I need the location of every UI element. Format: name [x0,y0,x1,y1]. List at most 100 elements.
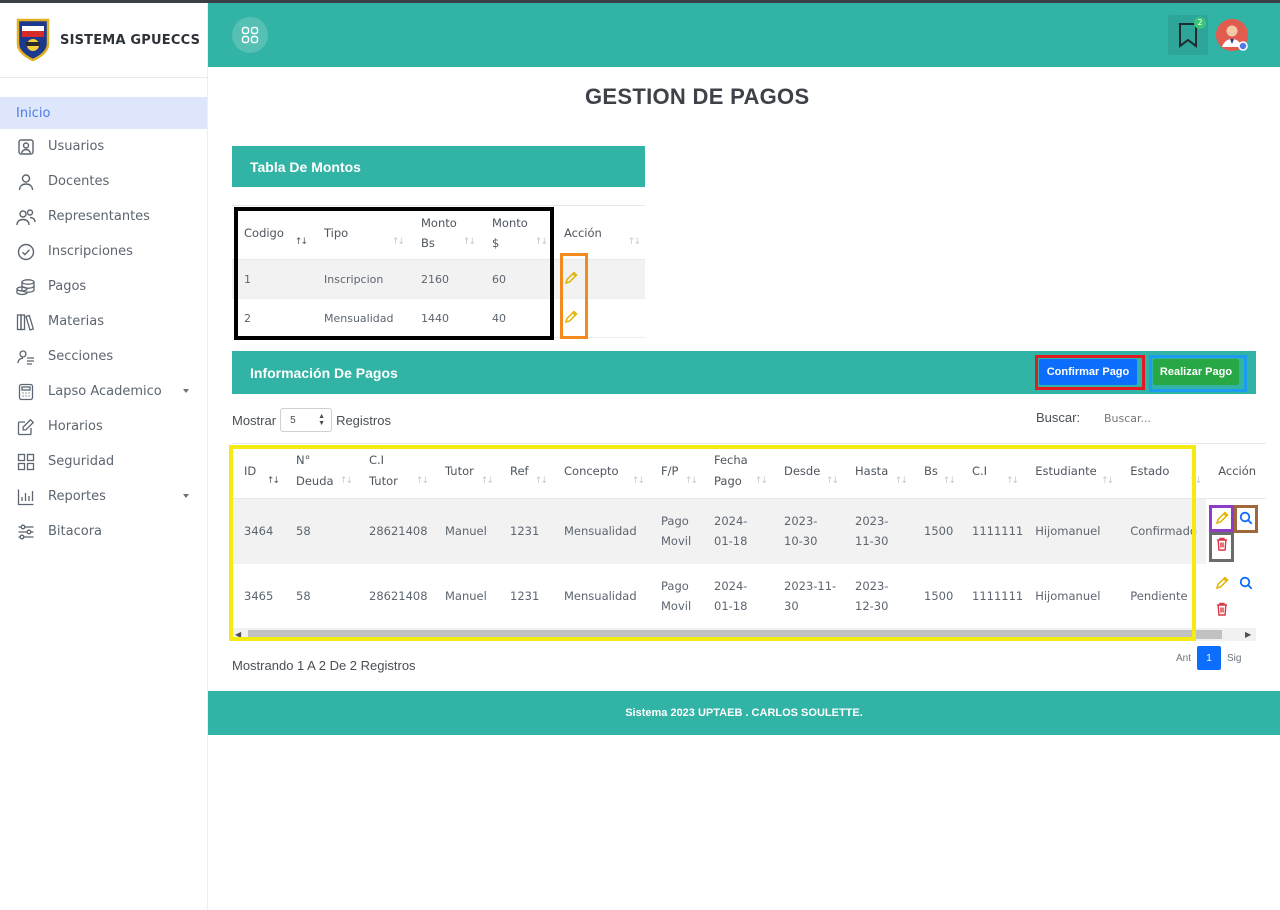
edit-pago-button[interactable] [1213,509,1231,527]
notifications-button[interactable]: 2 [1168,15,1208,55]
sort-icon: ↑↓ [391,237,405,247]
edit-monto-button[interactable] [564,309,578,327]
column-header-monto-bs[interactable]: Monto Bs ↑↓ [409,205,480,260]
sidebar-item-label: Bitacora [48,524,103,539]
column-header-estado[interactable]: Estado ↑↓ [1118,443,1207,499]
delete-pago-button[interactable] [1213,535,1231,553]
column-header-fp[interactable]: F/P ↑↓ [649,443,702,499]
sort-icon: ↑↓ [534,237,548,247]
notification-badge: 2 [1194,17,1206,29]
confirmar-pago-button[interactable]: Confirmar Pago [1039,359,1137,385]
sidebar-item-label: Usuarios [48,139,105,154]
column-header-bs[interactable]: Bs ↑↓ [912,443,960,499]
sidebar-item-inscripciones[interactable]: Inscripciones [0,234,207,269]
sidebar-item-representantes[interactable]: Representantes [0,199,207,234]
pagos-panel-title: Información De Pagos [250,364,398,381]
sidebar-item-reportes[interactable]: Reportes [0,479,207,514]
search-icon [1239,576,1253,590]
sort-icon: ↑↓ [1101,476,1114,486]
sliders-icon [16,522,36,542]
column-header-deuda[interactable]: N° Deuda ↑↓ [284,443,357,499]
scroll-left-arrow-icon[interactable]: ◀ [235,630,241,639]
search-input[interactable] [1096,406,1256,430]
sidebar-item-lapso-academico[interactable]: Lapso Academico [0,374,207,409]
edit-monto-button[interactable] [564,270,578,288]
pagination-page-1[interactable]: 1 [1197,646,1222,670]
column-header-estudiante[interactable]: Estudiante ↑↓ [1023,443,1119,499]
sort-icon: ↑↓ [480,476,494,486]
column-header-desde[interactable]: Desde ↑↓ [772,443,843,499]
sidebar-item-label: Inscripciones [48,244,133,259]
sidebar-item-label: Seguridad [48,454,115,469]
apps-grid-button[interactable] [232,17,268,53]
sidebar-item-inicio[interactable]: Inicio [0,97,207,129]
sidebar-item-horarios[interactable]: Horarios [0,409,207,444]
sidebar-item-usuarios[interactable]: Usuarios [0,129,207,164]
sidebar-item-pagos[interactable]: Pagos [0,269,207,304]
sort-icon: ↑↓ [631,476,645,486]
sidebar-item-label: Representantes [48,209,150,224]
view-pago-button[interactable] [1237,574,1255,592]
column-header-concepto[interactable]: Concepto ↑↓ [552,443,649,499]
column-header-monto-usd[interactable]: Monto $ ↑↓ [480,205,552,260]
top-header: 2 [208,3,1280,67]
sidebar-item-materias[interactable]: Materias [0,304,207,339]
sidebar-item-label: Horarios [48,419,103,434]
montos-panel-header: Tabla De Montos [232,146,645,187]
sort-icon: ↑↓ [942,476,956,486]
column-header-codigo[interactable]: Codigo ↑↓ [232,205,312,260]
scrollbar-thumb[interactable] [248,630,1222,639]
scroll-right-arrow-icon[interactable]: ▶ [1245,630,1251,639]
delete-pago-button[interactable] [1213,600,1231,618]
column-header-ci[interactable]: C.I ↑↓ [960,443,1024,499]
column-header-fecha-pago[interactable]: Fecha Pago ↑↓ [702,443,772,499]
people-icon [16,207,36,227]
table-row: 1 Inscripcion 2160 60 [232,259,645,299]
sidebar-item-label: Inicio [16,105,51,121]
column-header-accion[interactable]: Acción ↑↓ [552,205,645,260]
sidebar-item-label: Docentes [48,174,110,189]
realizar-pago-button[interactable]: Realizar Pago [1153,359,1239,385]
column-header-ci-tutor[interactable]: C.I Tutor ↑↓ [357,443,433,499]
sidebar-item-seguridad[interactable]: Seguridad [0,444,207,479]
select-arrows-icon: ▲ ▼ [318,413,326,427]
table-row: 3465 58 28621408 Manuel 1231 Mensualidad… [244,579,1188,613]
edit-pago-button[interactable] [1213,574,1231,592]
table-info-text: Mostrando 1 A 2 De 2 Registros [232,658,416,673]
pencil-icon [1215,576,1229,590]
table-row: 3464 58 28621408 Manuel 1231 Mensualidad… [232,498,1267,564]
column-header-tutor[interactable]: Tutor ↑↓ [433,443,498,499]
column-header-tipo[interactable]: Tipo ↑↓ [312,205,409,260]
pagination-prev[interactable]: Ant [1170,653,1197,664]
bar-chart-icon [16,487,36,507]
sort-icon: ↑↓ [684,476,698,486]
user-avatar[interactable] [1216,19,1248,51]
sort-icon: ↑↓ [894,476,908,486]
trash-icon [1217,602,1227,616]
sort-icon: ↑↓ [462,237,476,247]
view-pago-button[interactable] [1237,509,1255,527]
brand-name: SISTEMA GPUECCS [60,32,201,48]
chevron-down-icon [183,389,189,393]
sort-icon: ↑↓ [266,476,280,486]
sort-icon: ↑↓ [754,476,768,486]
sidebar-item-label: Materias [48,314,104,329]
horizontal-scrollbar[interactable]: ◀ ▶ [232,628,1256,641]
page-size-select[interactable]: 5 ▲ ▼ [280,408,333,432]
column-header-accion[interactable]: Acción [1206,443,1267,499]
search-icon [1239,511,1253,525]
column-header-id[interactable]: ID ↑↓ [232,443,284,499]
search-label: Buscar: [1036,410,1081,425]
check-circle-icon [16,242,36,262]
sidebar-item-secciones[interactable]: Secciones [0,339,207,374]
pencil-icon [1215,511,1229,525]
column-header-ref[interactable]: Ref ↑↓ [498,443,552,499]
pagination: Ant 1 Sig [1170,646,1247,670]
sidebar-item-bitacora[interactable]: Bitacora [0,514,207,549]
pagination-next[interactable]: Sig [1221,653,1247,664]
sidebar-menu: Inicio Usuarios Docentes Representantes … [0,97,207,549]
brand[interactable]: SISTEMA GPUECCS [0,3,207,78]
sidebar-item-docentes[interactable]: Docentes [0,164,207,199]
sort-icon: ↑↓ [294,237,308,247]
column-header-hasta[interactable]: Hasta ↑↓ [843,443,912,499]
